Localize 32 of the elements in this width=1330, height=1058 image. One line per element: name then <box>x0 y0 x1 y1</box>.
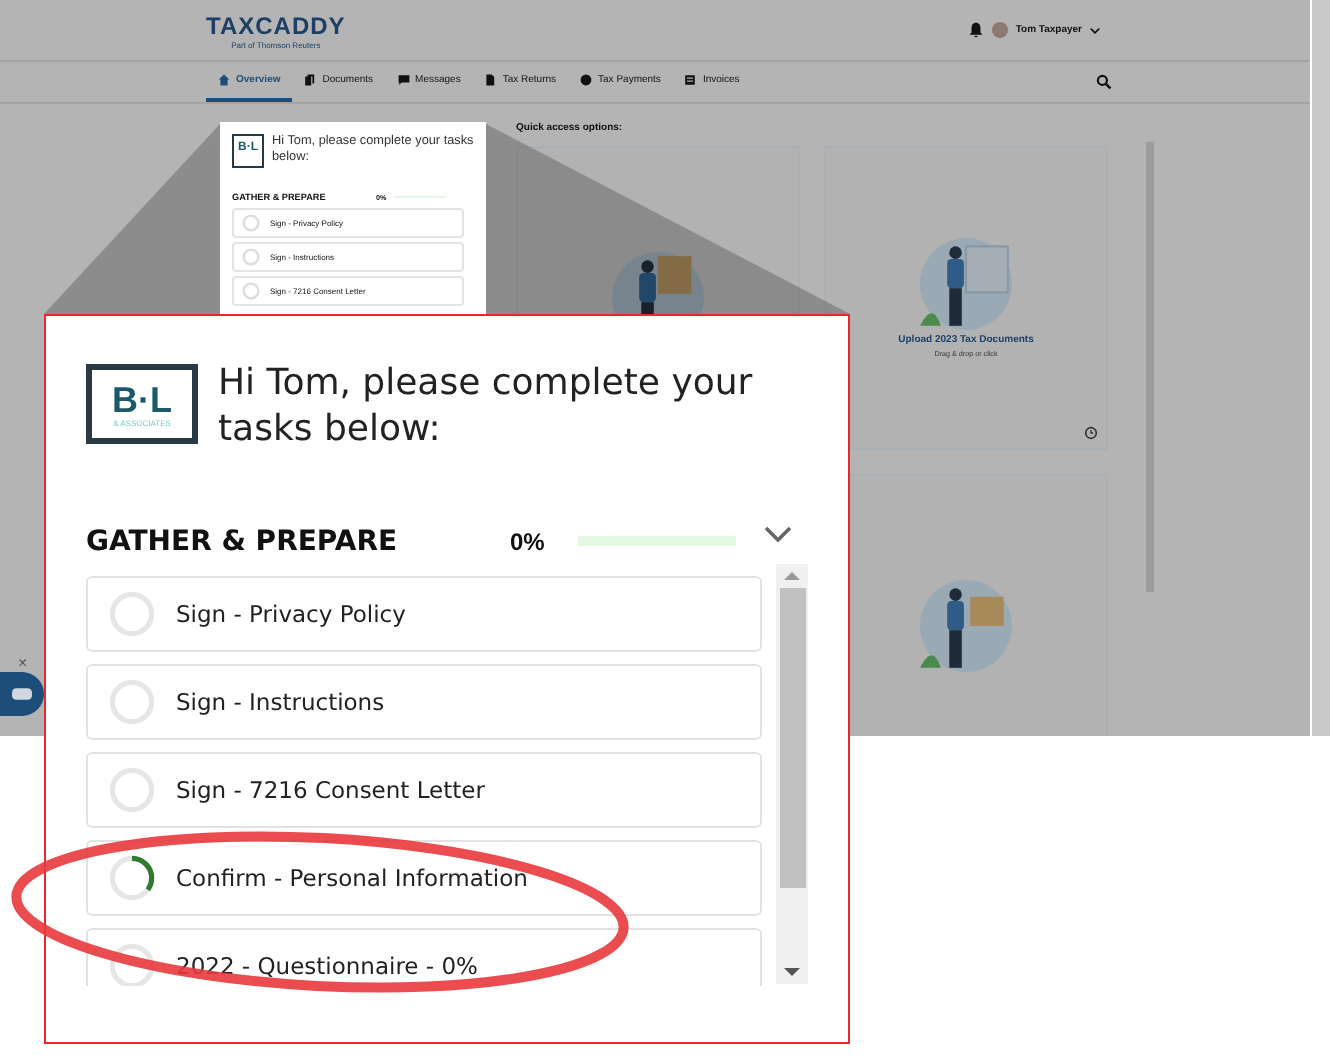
document-icon <box>484 74 497 86</box>
person-at-board-illustration <box>920 580 1012 672</box>
taxcaddy-logo: TAXCADDY <box>206 11 346 39</box>
task-item[interactable]: Sign - Privacy Policy <box>86 575 762 652</box>
chat-icon <box>12 688 32 700</box>
close-icon[interactable]: × <box>18 654 28 672</box>
history-icon[interactable] <box>1084 426 1098 440</box>
receipt-icon <box>684 74 697 86</box>
progress-ring-icon <box>108 853 156 902</box>
progress-ring-icon <box>108 765 156 814</box>
task-item[interactable]: Sign - Instructions <box>86 663 762 740</box>
section-title: GATHER & PREPARE <box>86 525 400 558</box>
progress-ring-icon <box>108 941 156 986</box>
chevron-down-icon[interactable] <box>764 525 792 542</box>
chat-button[interactable] <box>0 672 44 716</box>
search-icon[interactable] <box>1096 74 1112 90</box>
house-icon <box>218 74 230 86</box>
scrollbar[interactable] <box>1312 0 1330 736</box>
scroll-down-icon[interactable] <box>784 967 800 976</box>
person-with-document-illustration <box>920 238 1012 330</box>
speech-bubble-icon <box>397 74 410 86</box>
bell-icon[interactable] <box>967 22 984 38</box>
percent-label: 0% <box>510 527 547 556</box>
task-item[interactable]: Confirm - Personal Information <box>86 839 762 916</box>
caret-icon[interactable] <box>1090 27 1100 33</box>
coin-icon <box>580 74 593 86</box>
documents-icon <box>304 74 317 86</box>
scrollbar[interactable] <box>776 563 808 984</box>
progress-ring-icon <box>108 677 156 726</box>
task-item[interactable]: Sign - 7216 Consent Letter <box>86 751 762 828</box>
progress-ring-icon <box>108 589 156 638</box>
greeting: Hi Tom, please complete your tasks below: <box>218 360 755 454</box>
